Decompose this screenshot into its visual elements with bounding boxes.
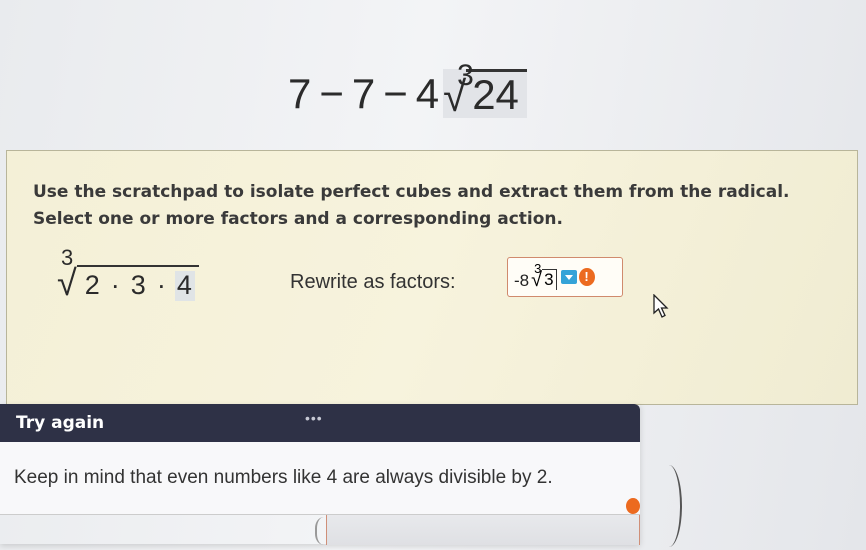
problem-expression: 7 − 7 − 4 3 √ 24 [288, 38, 527, 118]
feedback-title: Try again [16, 413, 105, 433]
multiply-dot: · [156, 270, 167, 301]
answer-radicand: 3 [542, 269, 557, 290]
factor-4[interactable]: 4 [174, 271, 195, 301]
minus-operator: − [383, 70, 408, 117]
warning-icon [626, 498, 640, 514]
pointer-cursor-icon [653, 294, 669, 318]
radical-coefficient: 4 [415, 70, 440, 117]
radical-index: 3 [457, 58, 474, 92]
obscured-content [315, 515, 640, 545]
term-7: 7 [288, 70, 312, 117]
radical-sign: √ [57, 262, 77, 303]
rewrite-label: Rewrite as factors: [290, 271, 456, 293]
warning-icon: ! [578, 268, 595, 286]
cube-root-expression[interactable]: 3 √ 24 [443, 60, 527, 118]
feedback-card: Try again ••• Keep in mind that even num… [0, 404, 640, 545]
scratchpad-panel: Use the scratchpad to isolate perfect cu… [6, 150, 858, 405]
chevron-down-icon[interactable] [560, 270, 577, 284]
answer-radical: 3 √ 3 [531, 261, 557, 290]
drag-handle-icon[interactable]: ••• [305, 410, 323, 426]
minus-operator: − [319, 70, 344, 117]
answer-input[interactable]: -8 3 √ 3 ! [507, 257, 623, 297]
radicand: 24 [466, 68, 527, 118]
scratchpad-radical-index: 3 [61, 245, 74, 270]
scratchpad-radical: 3 √ 2 · 3 · 4 [57, 247, 199, 303]
factor-3[interactable]: 3 [129, 271, 149, 301]
answer-coefficient: -8 [514, 271, 530, 290]
factor-2[interactable]: 2 [83, 271, 103, 301]
instruction-line-2: Select one or more factors and a corresp… [33, 209, 563, 229]
feedback-header: Try again ••• [0, 404, 640, 442]
term-7: 7 [351, 70, 376, 117]
answer-radical-index: 3 [534, 261, 542, 276]
feedback-message: Keep in mind that even numbers like 4 ar… [0, 442, 640, 515]
instruction-line-1: Use the scratchpad to isolate perfect cu… [33, 182, 790, 202]
multiply-dot: · [110, 270, 121, 301]
closing-parenthesis [656, 465, 682, 547]
scratchpad-factors: 2 · 3 · 4 [76, 265, 199, 301]
instructions: Use the scratchpad to isolate perfect cu… [33, 179, 853, 233]
